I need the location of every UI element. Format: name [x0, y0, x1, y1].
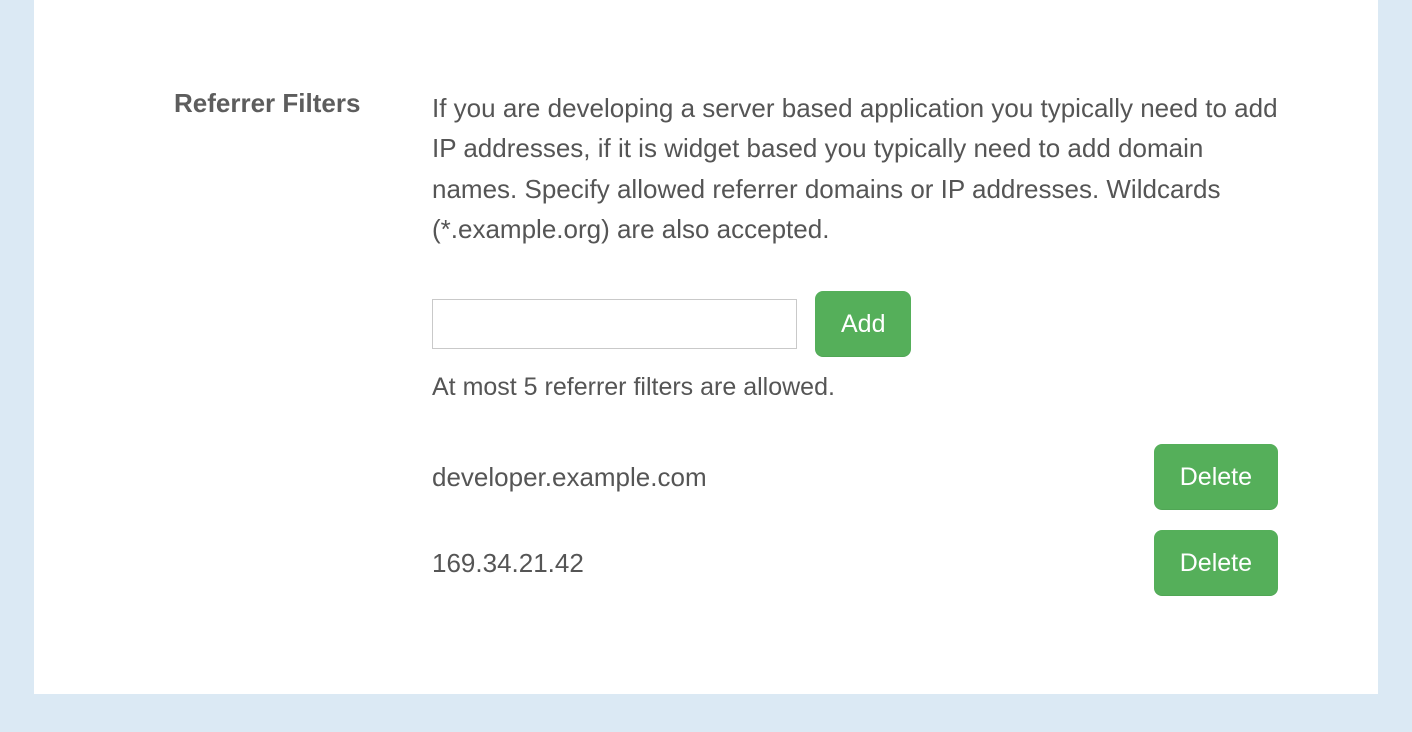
filter-value: developer.example.com	[432, 462, 707, 493]
settings-panel: Referrer Filters If you are developing a…	[34, 0, 1378, 694]
label-column: Referrer Filters	[174, 88, 396, 596]
delete-button[interactable]: Delete	[1154, 444, 1278, 510]
add-filter-row: Add	[432, 291, 1278, 357]
section-description: If you are developing a server based app…	[432, 88, 1278, 249]
referrer-input[interactable]	[432, 299, 797, 349]
content-column: If you are developing a server based app…	[432, 88, 1278, 596]
delete-button[interactable]: Delete	[1154, 530, 1278, 596]
referrer-filters-row: Referrer Filters If you are developing a…	[174, 88, 1278, 596]
filter-row: developer.example.com Delete	[432, 444, 1278, 510]
filter-hint: At most 5 referrer filters are allowed.	[432, 373, 1278, 402]
filter-value: 169.34.21.42	[432, 548, 584, 579]
add-button[interactable]: Add	[815, 291, 911, 357]
filter-list: developer.example.com Delete 169.34.21.4…	[432, 444, 1278, 596]
filter-row: 169.34.21.42 Delete	[432, 530, 1278, 596]
section-title: Referrer Filters	[174, 88, 396, 119]
